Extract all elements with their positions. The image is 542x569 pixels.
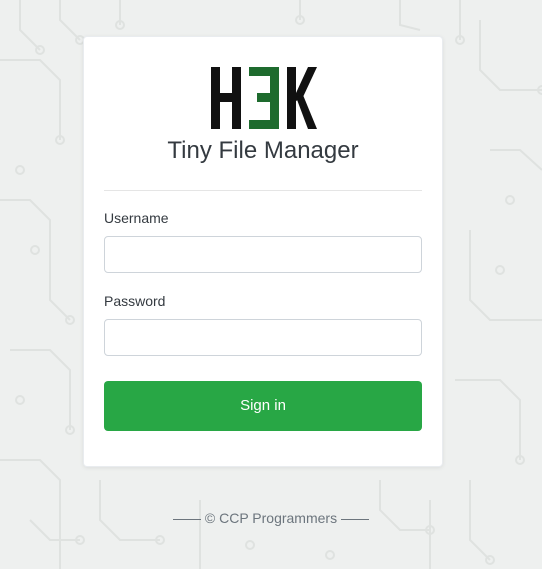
footer: © CCP Programmers [0,509,542,527]
footer-dash-left [172,518,201,520]
username-input[interactable] [104,236,422,273]
username-label: Username [104,210,169,226]
h3k-logo [211,67,317,129]
footer-copyright: © CCP Programmers [204,510,338,526]
password-label: Password [104,293,166,309]
footer-dash-right [341,518,370,520]
login-card: Tiny File Manager Username Password Sign… [83,36,443,467]
logo-letter-k [287,67,317,129]
app-title: Tiny File Manager [167,137,359,164]
password-input[interactable] [104,319,422,356]
logo-letter-h [211,67,241,129]
sign-in-button[interactable]: Sign in [104,381,422,431]
divider [104,190,422,191]
logo-digit-3 [249,67,279,129]
